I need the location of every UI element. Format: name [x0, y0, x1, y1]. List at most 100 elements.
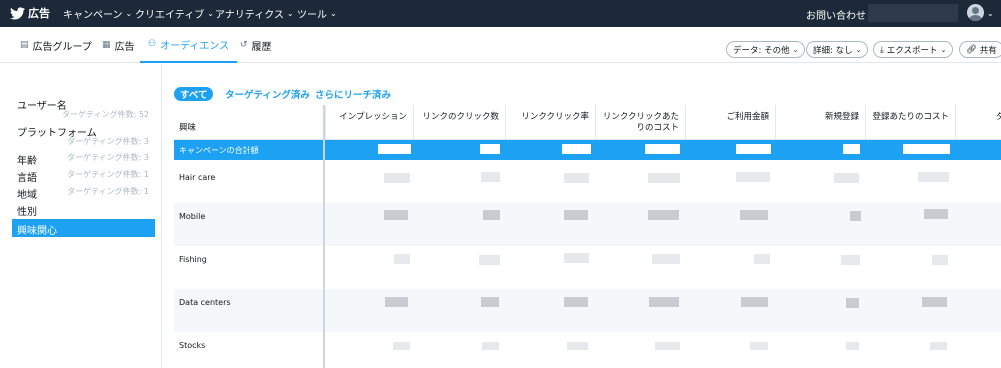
redacted-value	[394, 254, 410, 264]
redacted-value	[841, 255, 860, 265]
brand-label: 広告	[28, 7, 50, 20]
redacted-value	[846, 298, 859, 308]
redacted-value	[481, 297, 499, 307]
redacted-value	[750, 342, 768, 350]
row-interest-label: Mobile	[179, 212, 206, 221]
nav-menu-analytics[interactable]: アナリティクス ⌄	[215, 0, 294, 27]
chevron-down-icon: ⌄	[940, 45, 947, 54]
redacted-value	[922, 297, 947, 307]
column-header-cost-per-signup[interactable]: 登録あたりのコスト	[865, 105, 955, 140]
table-row[interactable]: Stocks	[174, 332, 1001, 368]
row-interest-label: Fishing	[179, 255, 207, 264]
table-row[interactable]: Fishing	[174, 246, 1001, 289]
sidebar-item-location[interactable]: 地域	[17, 186, 37, 201]
sidebar-item-language[interactable]: 言語	[17, 169, 37, 184]
tab-label: 広告	[114, 41, 135, 53]
sidebar-item-age[interactable]: 年齢	[17, 152, 37, 167]
audience-table: 興味 インプレッション リンクのクリック数 リンククリック率 リンククリックあた…	[174, 105, 1001, 368]
sidebar: ユーザー名 ターゲティング件数: 52 プラットフォーム ターゲティング件数: …	[0, 64, 162, 368]
redacted-value	[378, 144, 411, 154]
redacted-value	[564, 253, 589, 263]
redacted-value	[479, 255, 500, 265]
data-dropdown[interactable]: データ: その他 ⌄	[726, 41, 806, 58]
redacted-value	[930, 342, 947, 350]
redacted-value	[740, 210, 768, 220]
tab-ad-groups[interactable]: ▤ 広告グループ	[20, 27, 92, 63]
redacted-value	[482, 342, 499, 350]
tab-audience[interactable]: ⚇ オーディエンス	[140, 27, 238, 63]
tab-history[interactable]: ↺ 履歴	[240, 27, 272, 63]
row-interest-label: Hair care	[179, 173, 216, 182]
redacted-value	[652, 254, 680, 264]
redacted-value	[562, 144, 591, 154]
redacted-value	[736, 172, 770, 182]
account-name-redacted	[868, 4, 958, 22]
redacted-value	[736, 144, 771, 154]
redacted-value	[932, 255, 948, 265]
table-row[interactable]: Mobile	[174, 203, 1001, 246]
sidebar-item-username[interactable]: ユーザー名	[17, 97, 67, 112]
ad-group-icon: ▤	[20, 40, 29, 50]
avatar-head	[972, 7, 979, 14]
share-button[interactable]: 🔗︎ 共有	[959, 41, 1001, 58]
redacted-value	[655, 342, 680, 350]
brand-logo[interactable]: 広告	[10, 5, 50, 21]
chevron-down-icon[interactable]: ⌄	[987, 9, 994, 18]
twitter-bird-icon	[10, 6, 25, 19]
redacted-value	[480, 144, 500, 154]
column-header-interest[interactable]: 興味	[174, 105, 324, 140]
tab-ads[interactable]: ▦ 広告	[102, 27, 135, 63]
contact-link[interactable]: お問い合わせ	[806, 7, 866, 22]
data-dropdown-label: データ: その他	[733, 45, 790, 56]
table-header: 興味 インプレッション リンクのクリック数 リンククリック率 リンククリックあた…	[174, 105, 1001, 140]
ad-icon: ▦	[102, 40, 111, 50]
filter-targeted[interactable]: ターゲティング済み	[225, 87, 310, 101]
column-header-truncated[interactable]: ダ	[955, 105, 1001, 140]
column-header-cost-per-link-click[interactable]: リンククリックあたりのコスト	[595, 105, 685, 140]
column-header-impressions[interactable]: インプレッション	[325, 105, 413, 140]
table-row[interactable]: Hair care	[174, 160, 1001, 203]
chevron-down-icon: ⌄	[125, 9, 133, 18]
total-row-label: キャンペーンの合計額	[179, 146, 259, 155]
frozen-column-divider	[323, 105, 325, 368]
redacted-value	[564, 173, 589, 183]
redacted-value	[564, 297, 588, 307]
table-row[interactable]: Data centers	[174, 289, 1001, 332]
export-label: エクスポート	[886, 45, 938, 56]
filter-all[interactable]: すべて	[174, 87, 214, 101]
sidebar-item-count: ターゲティング件数: 1	[67, 170, 149, 179]
sidebar-item-interests[interactable]: 興味関心	[12, 219, 155, 237]
nav-menu-label: ツール	[297, 10, 327, 21]
tab-label: 履歴	[251, 41, 272, 53]
sidebar-item-gender[interactable]: 性別	[17, 203, 37, 218]
redacted-value	[483, 210, 500, 220]
column-header-signups[interactable]: 新規登録	[775, 105, 865, 140]
redacted-value	[924, 209, 948, 219]
redacted-value	[834, 173, 859, 183]
nav-menu-label: キャンペーン	[63, 10, 123, 21]
export-button[interactable]: ⤓ エクスポート ⌄	[873, 41, 954, 58]
redacted-value	[918, 172, 949, 182]
redacted-value	[648, 210, 679, 220]
nav-menu-campaigns[interactable]: キャンペーン ⌄	[63, 0, 132, 27]
redacted-value	[385, 297, 408, 307]
column-header-link-clicks[interactable]: リンクのクリック数	[413, 105, 505, 140]
redacted-value	[903, 144, 950, 154]
chevron-down-icon: ⌄	[207, 9, 214, 18]
column-header-spend[interactable]: ご利用金額	[685, 105, 775, 140]
nav-menu-tools[interactable]: ツール ⌄	[297, 0, 337, 27]
row-interest-label: Data centers	[179, 298, 231, 307]
audience-icon: ⚇	[148, 39, 157, 49]
tab-label: オーディエンス	[160, 40, 230, 52]
column-header-link-click-rate[interactable]: リンククリック率	[505, 105, 595, 140]
chevron-down-icon: ⌄	[286, 9, 294, 18]
detail-dropdown[interactable]: 詳細: なし ⌄	[806, 41, 869, 58]
detail-dropdown-label: 詳細: なし	[813, 45, 853, 56]
redacted-value	[754, 254, 770, 264]
filter-extended-reach[interactable]: さらにリーチ済み	[315, 87, 391, 101]
redacted-value	[645, 144, 680, 154]
nav-menu-creatives[interactable]: クリエイティブ ⌄	[135, 0, 214, 27]
nav-menu-label: クリエイティブ	[135, 10, 205, 21]
avatar[interactable]	[967, 4, 984, 21]
history-icon: ↺	[240, 40, 248, 50]
